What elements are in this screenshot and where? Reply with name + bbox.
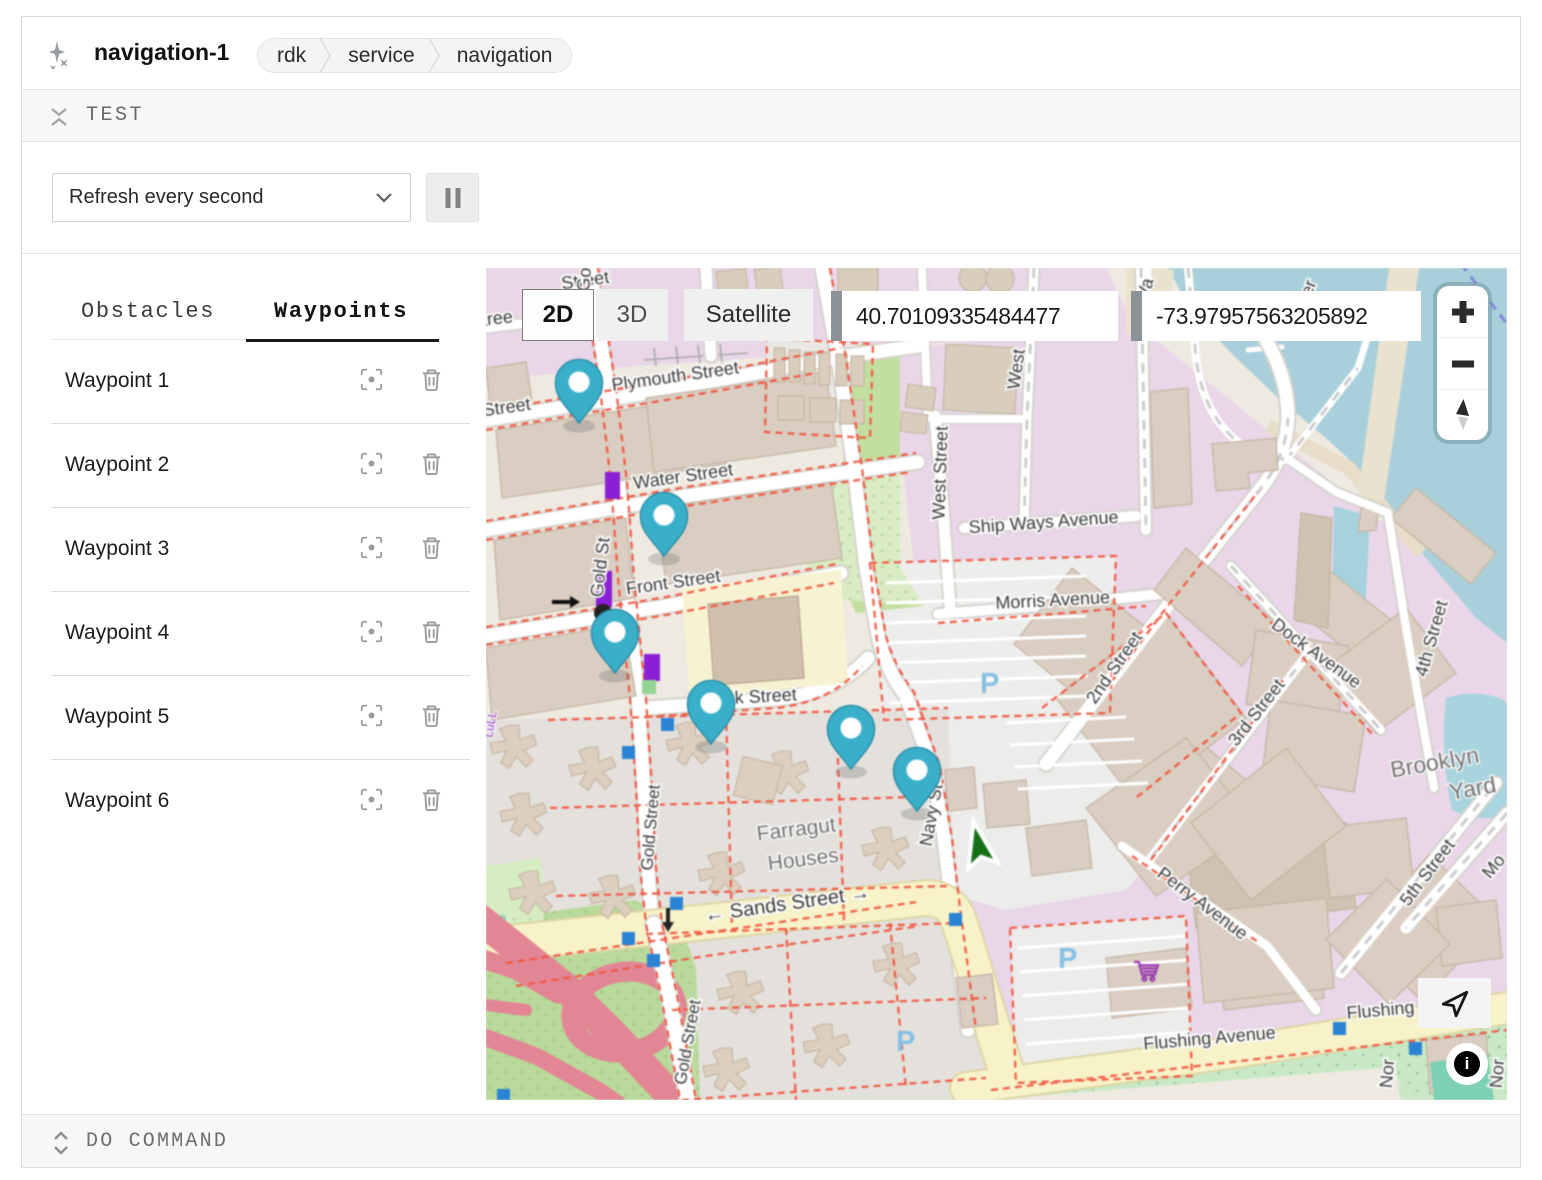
svg-text:West Street: West Street bbox=[928, 426, 951, 520]
svg-text:P: P bbox=[896, 1026, 915, 1058]
svg-text:P: P bbox=[1058, 943, 1077, 975]
svg-text:tree: tree bbox=[486, 306, 514, 330]
svg-text:Nor: Nor bbox=[1376, 1058, 1398, 1089]
svg-text:k Street: k Street bbox=[734, 684, 797, 707]
svg-text:P: P bbox=[980, 668, 999, 700]
svg-text:Nor: Nor bbox=[1486, 1058, 1507, 1089]
